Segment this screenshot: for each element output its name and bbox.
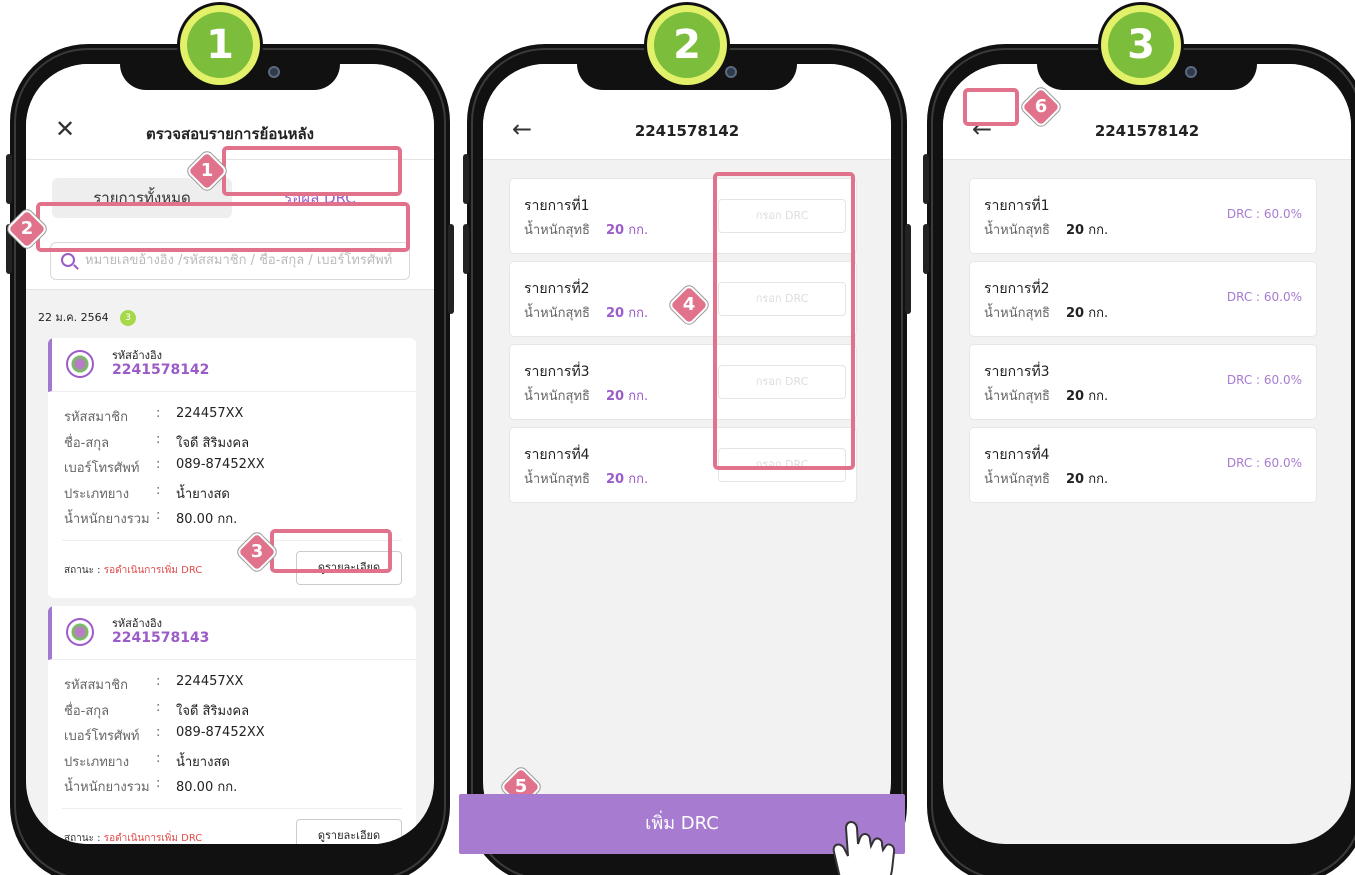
tab-waiting-drc[interactable]: รอผล DRC [232, 178, 408, 218]
drc-input[interactable]: กรอก DRC [718, 282, 846, 316]
search-input[interactable]: หมายเลขอ้างอิง /รหัสสมาชิก / ชื่อ-สกุล /… [50, 242, 410, 280]
drc-value: DRC : 60.0% [1226, 373, 1302, 387]
detail-row: รหัสสมาชิก:224457XX [64, 674, 244, 693]
item-card: รายการที่1 น้ำหนักสุทธิ 20 กก. DRC : 60.… [969, 178, 1317, 254]
detail-row: น้ำหนักยางรวม:80.00 กก. [64, 776, 238, 795]
detail-row: น้ำหนักยางรวม:80.00 กก. [64, 508, 238, 527]
volume-button [463, 224, 469, 274]
item-label: รายการที่2 [984, 281, 1050, 297]
camera-icon [268, 66, 280, 78]
record-footer: สถานะ : รอดำเนินการเพิ่ม DRC ดูรายละเอีย… [62, 807, 402, 844]
date-group-header: 22 ม.ค. 2564 3 [38, 308, 137, 326]
detail-row: ชื่อ-สกุล: ใจดี สิริมงคล [64, 431, 250, 451]
item-label: รายการที่3 [524, 364, 590, 380]
item-card: รายการที่3 น้ำหนักสุทธิ 20 กก. กรอก DRC [509, 344, 857, 420]
step-2-badge: 2 [644, 2, 730, 88]
step-1-badge: 1 [177, 2, 263, 88]
item-card: รายการที่2 น้ำหนักสุทธิ 20 กก. กรอก DRC [509, 261, 857, 337]
weight-label: น้ำหนักสุทธิ [984, 223, 1050, 238]
volume-button [6, 224, 12, 274]
ref-number: 2241578142 [112, 362, 210, 378]
weight-label: น้ำหนักสุทธิ [524, 472, 590, 487]
record-details: รหัสสมาชิก:224457XX ชื่อ-สกุล: ใจดี สิริม… [48, 392, 416, 534]
item-card: รายการที่4 น้ำหนักสุทธิ 20 กก. กรอก DRC [509, 427, 857, 503]
item-label: รายการที่4 [984, 447, 1050, 463]
count-badge: 3 [120, 310, 137, 326]
weight-value: 20 กก. [1066, 223, 1109, 238]
drc-value: DRC : 60.0% [1226, 456, 1302, 470]
item-card: รายการที่3 น้ำหนักสุทธิ 20 กก. DRC : 60.… [969, 344, 1317, 420]
screen: ← 2241578142 รายการที่1 น้ำหนักสุทธิ 20 … [483, 64, 891, 844]
weight-label: น้ำหนักสุทธิ [524, 389, 590, 404]
screen: ← 2241578142 รายการที่1 น้ำหนักสุทธิ 20 … [943, 64, 1351, 844]
record-card: รหัสอ้างอิง 2241578143 รหัสสมาชิก:224457… [48, 606, 416, 844]
weight-label: น้ำหนักสุทธิ [984, 306, 1050, 321]
rubber-avatar-icon [66, 618, 94, 646]
weight-value: 20 กก. [1066, 389, 1109, 404]
weight-value: 20 กก. [606, 389, 649, 404]
drc-input[interactable]: กรอก DRC [718, 448, 846, 482]
item-label: รายการที่1 [984, 198, 1050, 214]
volume-button [463, 154, 469, 204]
drc-value: DRC : 60.0% [1226, 290, 1302, 304]
rubber-avatar-icon [66, 350, 94, 378]
weight-value: 20 กก. [1066, 472, 1109, 487]
record-card: รหัสอ้างอิง 2241578142 รหัสสมาชิก:224457… [48, 338, 416, 598]
phone-1: ✕ ตรวจสอบรายการย้อนหลัง รายการทั้งหมด รอ… [6, 44, 454, 875]
item-label: รายการที่4 [524, 447, 590, 463]
screen: ✕ ตรวจสอบรายการย้อนหลัง รายการทั้งหมด รอ… [26, 64, 434, 844]
detail-row: ชื่อ-สกุล: ใจดี สิริมงคล [64, 699, 250, 719]
weight-value: 20 กก. [606, 223, 649, 238]
item-card: รายการที่2 น้ำหนักสุทธิ 20 กก. DRC : 60.… [969, 261, 1317, 337]
record-details: รหัสสมาชิก:224457XX ชื่อ-สกุล: ใจดี สิริม… [48, 660, 416, 802]
page-title: 2241578142 [1094, 122, 1200, 140]
status-text: สถานะ : รอดำเนินการเพิ่ม DRC [64, 564, 203, 576]
search-icon [61, 253, 75, 267]
item-label: รายการที่2 [524, 281, 590, 297]
view-detail-button[interactable]: ดูรายละเอียด [296, 818, 402, 844]
detail-row: รหัสสมาชิก:224457XX [64, 406, 244, 425]
tab-all[interactable]: รายการทั้งหมด [52, 178, 232, 218]
status-text: สถานะ : รอดำเนินการเพิ่ม DRC [64, 832, 203, 844]
detail-row: ประเภทยาง: น้ำยางสด [64, 482, 230, 502]
weight-label: น้ำหนักสุทธิ [984, 389, 1050, 404]
weight-label: น้ำหนักสุทธิ [984, 472, 1050, 487]
weight-value: 20 กก. [606, 472, 649, 487]
page-title: 2241578142 [634, 122, 740, 140]
item-label: รายการที่1 [524, 198, 590, 214]
view-detail-button[interactable]: ดูรายละเอียด [296, 550, 402, 585]
filter-panel: รายการทั้งหมด รอผล DRC หมายเลขอ้างอิง /ร… [26, 160, 434, 290]
item-label: รายการที่3 [984, 364, 1050, 380]
phone-3: ← 2241578142 รายการที่1 น้ำหนักสุทธิ 20 … [923, 44, 1355, 875]
volume-button [923, 154, 929, 204]
camera-icon [725, 66, 737, 78]
item-card: รายการที่1 น้ำหนักสุทธิ 20 กก. กรอก DRC [509, 178, 857, 254]
power-button [448, 224, 454, 314]
drc-value: DRC : 60.0% [1226, 207, 1302, 221]
record-footer: สถานะ : รอดำเนินการเพิ่ม DRC ดูรายละเอีย… [62, 539, 402, 598]
weight-label: น้ำหนักสุทธิ [524, 306, 590, 321]
hand-pointer-icon [832, 821, 896, 875]
record-header: รหัสอ้างอิง 2241578142 [48, 338, 416, 392]
camera-icon [1185, 66, 1197, 78]
detail-row: เบอร์โทรศัพท์:089-87452XX [64, 725, 265, 744]
volume-button [923, 224, 929, 274]
phone-2: ← 2241578142 รายการที่1 น้ำหนักสุทธิ 20 … [463, 44, 911, 875]
date-label: 22 ม.ค. 2564 [38, 311, 109, 324]
weight-label: น้ำหนักสุทธิ [524, 223, 590, 238]
detail-row: ประเภทยาง: น้ำยางสด [64, 750, 230, 770]
ref-number: 2241578143 [112, 630, 210, 646]
drc-input[interactable]: กรอก DRC [718, 199, 846, 233]
weight-value: 20 กก. [1066, 306, 1109, 321]
volume-button [6, 154, 12, 204]
record-header: รหัสอ้างอิง 2241578143 [48, 606, 416, 660]
step-3-badge: 3 [1098, 2, 1184, 88]
weight-value: 20 กก. [606, 306, 649, 321]
search-placeholder: หมายเลขอ้างอิง /รหัสสมาชิก / ชื่อ-สกุล /… [85, 253, 393, 268]
drc-input[interactable]: กรอก DRC [718, 365, 846, 399]
detail-row: เบอร์โทรศัพท์:089-87452XX [64, 457, 265, 476]
power-button [905, 224, 911, 314]
item-card: รายการที่4 น้ำหนักสุทธิ 20 กก. DRC : 60.… [969, 427, 1317, 503]
page-title: ตรวจสอบรายการย้อนหลัง [146, 125, 314, 143]
